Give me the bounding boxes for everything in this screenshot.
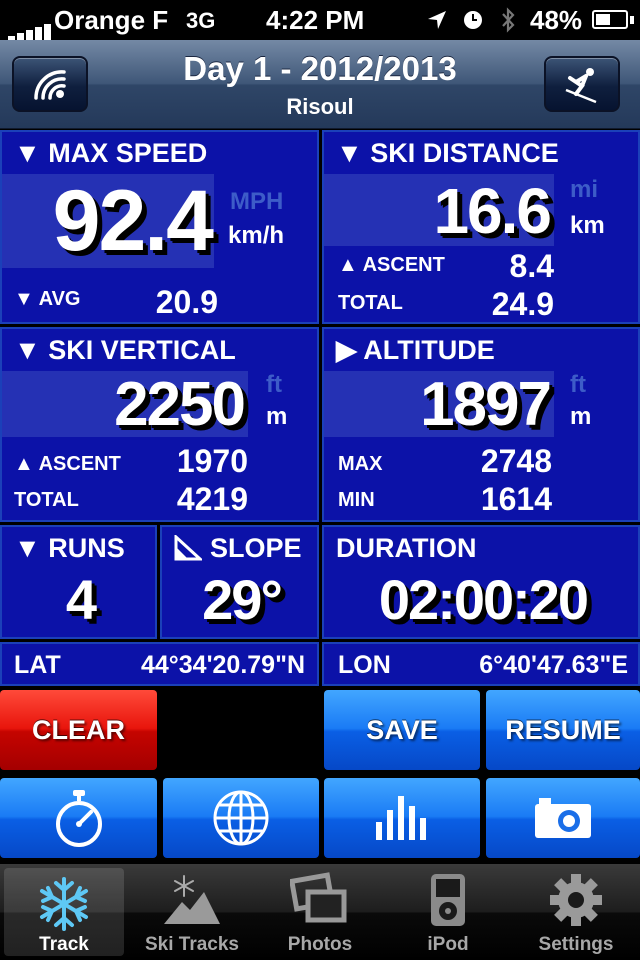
altitude-max-label: MAX: [338, 453, 383, 475]
tab-ipod[interactable]: iPod: [384, 864, 512, 960]
runs-panel: ▼ RUNS 4: [0, 525, 157, 639]
network-label: 3G: [186, 8, 216, 33]
alarm-clock-icon: [464, 11, 482, 29]
photos-icon: [290, 872, 347, 923]
clear-button[interactable]: CLEAR: [0, 690, 157, 770]
vertical-total-label: TOTAL: [14, 489, 79, 511]
distance-total-label: TOTAL: [338, 292, 403, 314]
camera-button[interactable]: [486, 778, 640, 858]
altitude-unit[interactable]: m: [570, 403, 591, 431]
vertical-total-value: 4219: [176, 481, 248, 517]
clock-label: 4:22 PM: [266, 5, 365, 35]
latitude-panel: LAT 44°34'20.79"N: [0, 642, 319, 686]
ski-vertical-value: 2250: [114, 370, 246, 439]
duration-panel: DURATION 02:00:20: [322, 525, 640, 639]
snowflake-icon: [40, 877, 88, 931]
tab-bar: Track Ski Tracks Photos iPod Settings: [0, 864, 640, 960]
resume-button[interactable]: RESUME: [486, 690, 640, 770]
stopwatch-button[interactable]: [0, 778, 157, 858]
stats-button[interactable]: [324, 778, 480, 858]
bluetooth-icon: [502, 7, 515, 33]
ski-vertical-panel: ▼ SKI VERTICAL 2250 ft m ▲ ASCENT 1970 T…: [0, 327, 319, 522]
tab-label-ski-tracks: Ski Tracks: [144, 934, 240, 955]
tab-ski-tracks[interactable]: Ski Tracks: [128, 864, 256, 960]
stopwatch-icon: [55, 790, 102, 847]
tab-label-settings: Settings: [538, 934, 614, 955]
tab-label-photos: Photos: [287, 934, 353, 955]
duration-title: DURATION: [336, 533, 477, 563]
lon-value: 6°40'47.63"E: [479, 651, 628, 679]
slope-value: 29°: [202, 568, 283, 631]
distance-ascent-value: 8.4: [509, 248, 554, 284]
ipod-icon: [431, 874, 465, 926]
gear-icon: [550, 874, 602, 926]
altitude-title: ▶ ALTITUDE: [336, 335, 495, 365]
tab-label-track: Track: [39, 934, 89, 955]
runs-title: ▼ RUNS: [14, 533, 125, 563]
ski-distance-title: ▼ SKI DISTANCE: [336, 138, 559, 168]
avg-label: ▼ AVG: [14, 288, 81, 310]
nav-bar: Day 1 - 2012/2013 Risoul: [0, 40, 640, 129]
max-speed-panel: ▼ MAX SPEED 92.4 MPH km/h ▼ AVG 20.9: [0, 130, 319, 324]
max-speed-value: 92.4: [52, 173, 214, 269]
ski-vertical-title: ▼ SKI VERTICAL: [14, 335, 236, 365]
slope-title: SLOPE: [210, 533, 302, 563]
vertical-ascent-value: 1970: [176, 443, 248, 479]
slope-triangle-icon: [174, 535, 202, 561]
tab-label-ipod: iPod: [427, 934, 469, 955]
camera-icon: [535, 798, 591, 838]
battery-icon: [592, 10, 634, 29]
slope-panel: SLOPE 29°: [160, 525, 319, 639]
max-speed-unit[interactable]: km/h: [228, 222, 284, 250]
altitude-max-value: 2748: [480, 443, 552, 479]
tab-settings[interactable]: Settings: [512, 864, 640, 960]
avg-value: 20.9: [155, 284, 218, 320]
globe-button[interactable]: [163, 778, 319, 858]
lon-label: LON: [338, 651, 391, 679]
tab-track[interactable]: Track: [4, 868, 124, 956]
globe-icon: [213, 790, 269, 846]
max-speed-title: ▼ MAX SPEED: [14, 138, 208, 168]
altitude-min-value: 1614: [480, 481, 552, 517]
skier-button[interactable]: [544, 56, 620, 112]
carrier-label: Orange F: [54, 5, 169, 35]
distance-ascent-label: ▲ ASCENT: [338, 254, 445, 276]
ski-distance-unit-alt[interactable]: mi: [570, 176, 598, 204]
status-bar: Orange F 3G 4:22 PM 48%: [0, 0, 640, 44]
bar-chart-icon: [376, 796, 426, 840]
battery-percent: 48%: [530, 5, 583, 35]
distance-total-value: 24.9: [491, 286, 554, 322]
lat-value: 44°34'20.79"N: [140, 651, 305, 679]
ski-vertical-unit[interactable]: m: [266, 403, 287, 431]
ski-distance-unit[interactable]: km: [570, 212, 605, 240]
skier-icon: [565, 68, 597, 104]
altitude-value: 1897: [420, 370, 552, 439]
altitude-min-label: MIN: [338, 489, 375, 511]
vertical-ascent-label: ▲ ASCENT: [14, 453, 121, 475]
ski-distance-panel: ▼ SKI DISTANCE 16.6 mi km ▲ ASCENT 8.4 T…: [322, 130, 640, 324]
save-button[interactable]: SAVE: [324, 690, 480, 770]
altitude-unit-alt[interactable]: ft: [570, 371, 586, 399]
ski-vertical-unit-alt[interactable]: ft: [266, 371, 282, 399]
ski-distance-value: 16.6: [433, 175, 552, 247]
tab-photos[interactable]: Photos: [256, 864, 384, 960]
lat-label: LAT: [14, 651, 61, 679]
longitude-panel: LON 6°40'47.63"E: [322, 642, 640, 686]
mountain-icon: [164, 875, 220, 924]
runs-value: 4: [65, 568, 97, 631]
duration-value: 02:00:20: [378, 568, 589, 631]
altitude-panel: ▶ ALTITUDE 1897 ft m MAX 2748 MIN 1614: [322, 327, 640, 522]
location-arrow-icon: [428, 11, 446, 29]
max-speed-unit-alt[interactable]: MPH: [230, 188, 283, 216]
